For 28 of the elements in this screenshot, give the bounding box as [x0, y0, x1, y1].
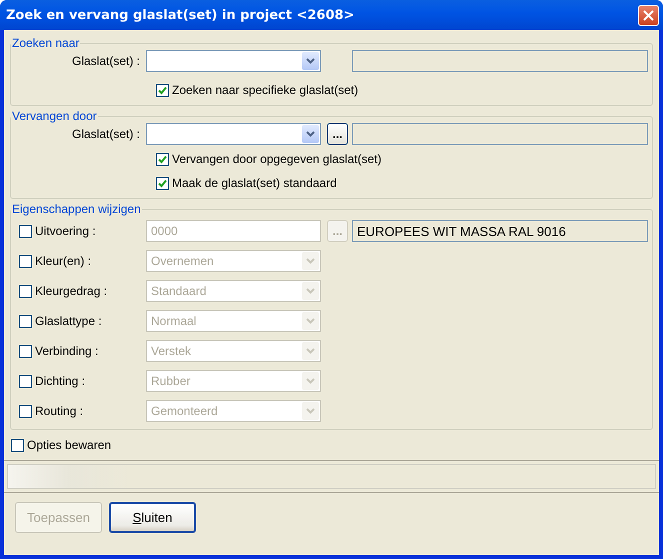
description-field: EUROPEES WIT MASSA RAL 9016 — [352, 220, 648, 242]
close-icon — [643, 10, 654, 20]
checkbox-label: Vervangen door opgegeven glaslat(set) — [172, 152, 382, 166]
group-title: Zoeken naar — [11, 36, 80, 50]
checkbox-label: Maak de glaslat(set) standaard — [172, 176, 337, 190]
glaslat-dropdown[interactable] — [146, 123, 321, 145]
glaslat-dropdown[interactable] — [146, 50, 321, 72]
checkbox-label: Uitvoering : — [35, 224, 96, 238]
group-title: Eigenschappen wijzigen — [11, 202, 142, 216]
checkbox-label: Routing : — [35, 404, 84, 418]
field-label: Glaslat(set) : — [70, 127, 141, 141]
checkbox[interactable] — [156, 152, 169, 166]
checkbox[interactable] — [11, 438, 24, 452]
checkbox-label: Opties bewaren — [27, 438, 112, 452]
checkbox-label: Kleurgedrag : — [35, 284, 108, 298]
checkbox[interactable] — [156, 176, 169, 190]
checkbox-label: Dichting : — [35, 374, 86, 388]
close-button[interactable] — [638, 4, 659, 26]
checkbox-label: Glaslattype : — [35, 314, 102, 328]
checkbox-label: Zoeken naar specifieke glaslat(set) — [172, 83, 358, 97]
dialog-button[interactable]: Sluiten — [109, 502, 196, 533]
browse-button[interactable]: ... — [327, 123, 348, 145]
checkbox[interactable] — [156, 84, 169, 96]
field-label: Glaslat(set) : — [70, 54, 141, 68]
window-title: Zoek en vervang glaslat(set) in project <2608> — [6, 8, 354, 22]
checkbox-label: Kleur(en) : — [35, 254, 92, 268]
group-title: Vervangen door — [11, 109, 98, 123]
checkbox-label: Verbinding : — [35, 344, 98, 358]
